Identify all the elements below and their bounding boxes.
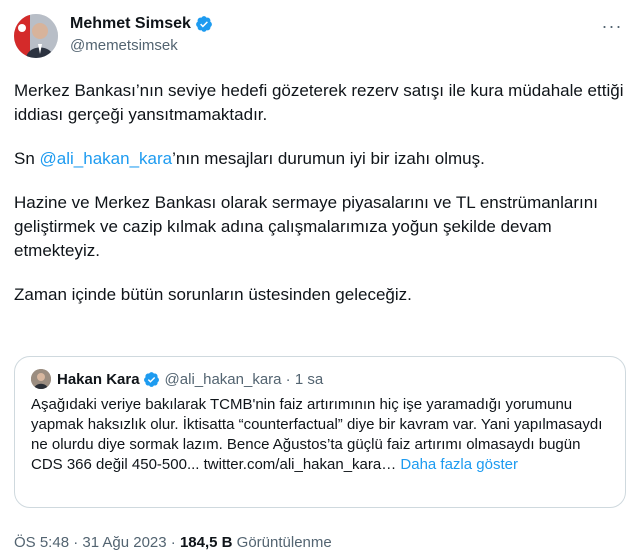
display-name[interactable]: Mehmet Simsek <box>70 15 191 33</box>
tweet-paragraph-2-suffix: ’nın mesajları durumun iyi bir izahı olm… <box>172 149 485 168</box>
quoted-tweet[interactable]: Hakan Kara @ali_hakan_kara · 1 sa Aşağıd… <box>14 356 626 508</box>
quoted-url-link[interactable]: twitter.com/ali_hakan_kara… <box>204 456 397 473</box>
mention-link[interactable]: @ali_hakan_kara <box>40 149 173 168</box>
views-label: Görüntülenme <box>232 534 332 551</box>
tweet-paragraph-2: Sn @ali_hakan_kara’nın mesajları durumun… <box>14 147 634 171</box>
tweet-text: Merkez Bankası’nın seviye hedefi gözeter… <box>14 79 634 327</box>
verified-badge-icon <box>195 15 213 33</box>
tweet-footer: ÖS 5:48 · 31 Ağu 2023 · 184,5 B Görüntül… <box>14 534 332 551</box>
more-horizontal-icon[interactable]: ··· <box>598 16 626 36</box>
tweet-paragraph-1: Merkez Bankası’nın seviye hedefi gözeter… <box>14 81 624 124</box>
quoted-handle-time: @ali_hakan_kara · 1 sa <box>164 370 324 388</box>
quoted-verified-badge-icon <box>143 371 160 388</box>
author-handle[interactable]: @memetsimsek <box>70 37 213 54</box>
tweet: Mehmet Simsek @memetsimsek ··· Merkez Ba… <box>0 0 641 551</box>
show-more-link[interactable]: Daha fazla göster <box>400 456 518 473</box>
tweet-paragraph-3: Hazine ve Merkez Bankası olarak sermaye … <box>14 193 598 260</box>
view-count: 184,5 B <box>179 534 233 551</box>
timestamp[interactable]: ÖS 5:48 · 31 Ağu 2023 · <box>14 534 180 551</box>
avatar[interactable] <box>14 14 58 58</box>
quoted-display-name: Hakan Kara <box>57 370 140 388</box>
tweet-header: Mehmet Simsek @memetsimsek ··· <box>14 10 626 60</box>
author-info: Mehmet Simsek @memetsimsek <box>70 13 213 54</box>
quoted-avatar <box>31 369 51 389</box>
quoted-tweet-header: Hakan Kara @ali_hakan_kara · 1 sa <box>31 369 323 389</box>
tweet-paragraph-4: Zaman içinde bütün sorunların üstesinden… <box>14 285 412 304</box>
quoted-tweet-text: Aşağıdaki veriye bakılarak TCMB'nin faiz… <box>31 395 616 475</box>
tweet-paragraph-2-prefix: Sn <box>14 149 40 168</box>
